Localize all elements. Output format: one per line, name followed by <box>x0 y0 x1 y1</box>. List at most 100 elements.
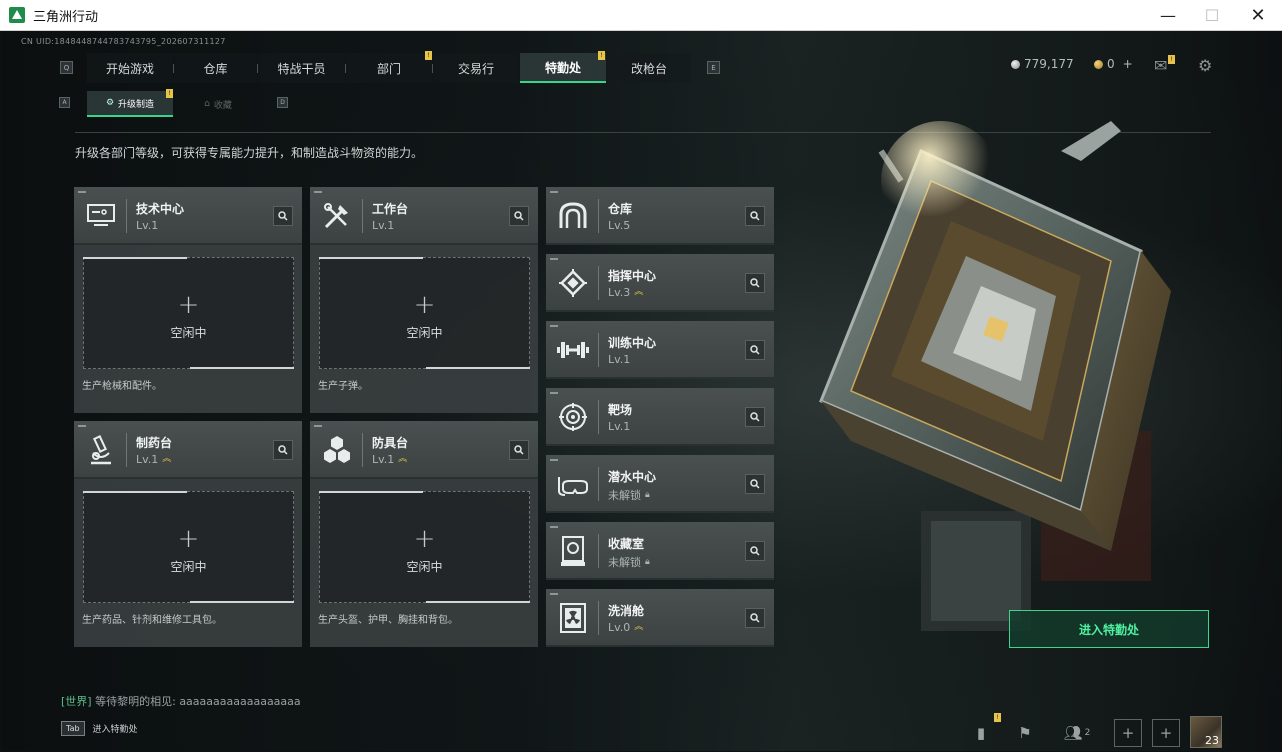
workshop-name: 防具台 <box>372 436 409 450</box>
chat-line[interactable]: [世界] 等待黎明的相见: aaaaaaaaaaaaaaaaaa <box>61 693 301 709</box>
search-icon[interactable] <box>745 474 765 494</box>
enter-special-ops-button[interactable]: 进入特勤处 <box>1009 610 1209 648</box>
card-divider <box>598 534 599 568</box>
add-slot-button[interactable]: + <box>1152 719 1180 747</box>
slot-frame-top <box>319 257 423 259</box>
target-icon <box>556 400 590 434</box>
workshop-card-header[interactable]: 工作台 Lv.1 <box>310 187 538 245</box>
workshop-description: 生产药品、针剂和维修工具包。 <box>82 615 222 626</box>
card-corner-mark <box>78 425 86 427</box>
facility-card-collection-room[interactable]: 收藏室 未解锁 🔒︎ <box>546 522 774 580</box>
craft-slot[interactable]: + 空闲中 <box>83 257 294 369</box>
craft-slot[interactable]: + 空闲中 <box>319 491 530 603</box>
chat-sender: 等待黎明的相见: <box>95 695 176 708</box>
search-icon[interactable] <box>745 541 765 561</box>
search-icon[interactable] <box>273 206 293 226</box>
card-divider <box>598 400 599 434</box>
card-divider <box>598 199 599 233</box>
maximize-button[interactable]: ☐ <box>1189 0 1235 31</box>
tab-operators[interactable]: 特战干员 <box>258 53 345 83</box>
facility-card-training-center[interactable]: 训练中心 Lv.1 <box>546 321 774 379</box>
card-corner-mark <box>314 425 322 427</box>
craft-slot[interactable]: + 空闲中 <box>83 491 294 603</box>
facility-card-header: 训练中心 Lv.1 <box>546 321 774 379</box>
vault-icon <box>556 199 590 233</box>
workshop-card-header[interactable]: 制药台 Lv.1 ︽ <box>74 421 302 479</box>
facility-level-text: Lv.1 <box>608 420 631 433</box>
search-icon[interactable] <box>509 440 529 460</box>
tab-upgrade-craft[interactable]: ⚙ 升级制造 <box>87 91 173 117</box>
facility-card-header: 靶场 Lv.1 <box>546 388 774 446</box>
tab-warehouse[interactable]: 仓库 <box>174 53 257 83</box>
card-divider <box>126 433 127 467</box>
add-ticket-button[interactable]: + <box>1123 57 1133 71</box>
friends-button[interactable]: 👥︎ 2 <box>1059 719 1095 747</box>
craft-slot[interactable]: + 空闲中 <box>319 257 530 369</box>
facility-card-header: 仓库 Lv.5 <box>546 187 774 245</box>
card-divider <box>126 199 127 233</box>
chip-icon <box>556 266 590 300</box>
diving-mask-icon <box>556 467 590 501</box>
workshop-card-armor: 防具台 Lv.1 ︽ + 空闲中 生产头盔、护甲、胸挂和背包。 <box>310 421 538 647</box>
hexagons-icon <box>320 433 354 467</box>
workshop-card-pharmacy: 制药台 Lv.1 ︽ + 空闲中 生产药品、针剂和维修工具包。 <box>74 421 302 647</box>
nav-prev-key[interactable]: Q <box>60 61 73 74</box>
facility-level-text: Lv.0 <box>608 621 631 634</box>
search-icon[interactable] <box>745 273 765 293</box>
search-icon[interactable] <box>509 206 529 226</box>
facility-name: 训练中心 <box>608 336 657 350</box>
card-corner-mark <box>550 258 558 260</box>
tab-key-hint[interactable]: Tab 进入特勤处 <box>61 721 138 736</box>
add-slot-button[interactable]: + <box>1114 719 1142 747</box>
search-icon[interactable] <box>745 608 765 628</box>
subnav-prev-key[interactable]: A <box>59 97 70 108</box>
card-divider <box>598 601 599 635</box>
tab-department[interactable]: 部门 <box>346 53 432 83</box>
workshop-level-text: Lv.1 <box>136 453 159 466</box>
tab-trading[interactable]: 交易行 <box>433 53 519 83</box>
ticket-balance[interactable]: 0 + <box>1094 57 1133 71</box>
tab-collection[interactable]: ⌂ 收藏 <box>175 91 261 117</box>
facility-card-warehouse[interactable]: 仓库 Lv.5 <box>546 187 774 245</box>
slot-frame-top <box>83 491 187 493</box>
game-viewport: CN UID:1848448744783743795_202607311127 … <box>1 31 1281 751</box>
card-divider <box>362 199 363 233</box>
workshop-level-text: Lv.1 <box>372 219 395 232</box>
tab-special-ops[interactable]: 特勤处 <box>520 53 606 83</box>
tab-key: Tab <box>61 721 85 736</box>
nav-next-key[interactable]: E <box>707 61 720 74</box>
page-description: 升级各部门等级，可获得专属能力提升，和制造战斗物资的能力。 <box>75 146 424 160</box>
facility-card-header: 指挥中心 Lv.3 ︽ <box>546 254 774 312</box>
dumbbell-icon <box>556 333 590 367</box>
search-icon[interactable] <box>745 340 765 360</box>
settings-gear-icon[interactable]: ⚙ <box>1198 56 1212 75</box>
search-icon[interactable] <box>273 440 293 460</box>
workshop-card-header[interactable]: 技术中心 Lv.1 <box>74 187 302 245</box>
workshop-level: Lv.1 <box>372 219 394 232</box>
facility-card-command-center[interactable]: 指挥中心 Lv.3 ︽ <box>546 254 774 312</box>
card-corner-mark <box>550 325 558 327</box>
search-icon[interactable] <box>745 407 765 427</box>
mail-notice-badge: ! <box>1168 55 1175 64</box>
flag-icon[interactable]: ⚑ <box>1011 719 1039 747</box>
subnav-next-key[interactable]: D <box>277 97 288 108</box>
mail-icon[interactable]: ✉ <box>1154 56 1167 75</box>
facility-card-diving-center[interactable]: 潜水中心 未解锁 🔒︎ <box>546 455 774 513</box>
workshop-description: 生产子弹。 <box>318 381 368 392</box>
player-avatar[interactable]: 23 <box>1190 716 1222 748</box>
friends-icon: 👥︎ <box>1063 724 1083 742</box>
tab-gunsmith[interactable]: 改枪台 <box>607 53 691 83</box>
close-button[interactable]: ✕ <box>1235 0 1281 31</box>
facility-card-shooting-range[interactable]: 靶场 Lv.1 <box>546 388 774 446</box>
chat-channel: [世界] <box>61 695 92 708</box>
minimize-button[interactable]: — <box>1145 0 1191 31</box>
plus-icon: + <box>413 524 436 554</box>
workshop-card-header[interactable]: 防具台 Lv.1 ︽ <box>310 421 538 479</box>
slot-frame-top <box>83 257 187 259</box>
facility-card-decontamination[interactable]: 洗消舱 Lv.0 ︽ <box>546 589 774 647</box>
facility-level: Lv.0 ︽ <box>608 621 643 634</box>
slot-frame-bottom <box>190 367 294 369</box>
search-icon[interactable] <box>745 206 765 226</box>
stats-chart-icon[interactable]: ▮ <box>967 719 995 747</box>
tab-start-game[interactable]: 开始游戏 <box>87 53 173 83</box>
